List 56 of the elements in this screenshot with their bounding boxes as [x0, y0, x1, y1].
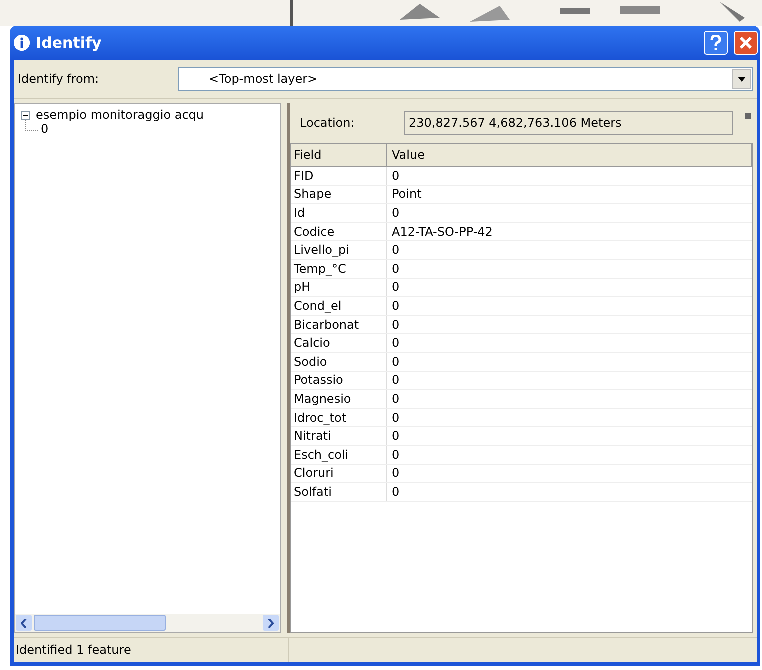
table-cell: Potassio	[291, 372, 387, 390]
table-cell-text: 0	[391, 298, 401, 315]
table-cell: Cond_el	[291, 297, 387, 315]
table-cell: Temp_°C	[291, 260, 387, 278]
layer-dropdown[interactable]: <Top-most layer>	[178, 67, 753, 91]
scroll-left-button[interactable]	[16, 615, 32, 631]
table-cell: pH	[291, 278, 387, 296]
table-cell-text: 0	[391, 316, 401, 334]
table-cell: Magnesio	[291, 390, 387, 408]
collapse-icon[interactable]	[21, 110, 30, 120]
identify-from-label: Identify from:	[18, 72, 100, 86]
scroll-right-button[interactable]	[263, 615, 279, 631]
location-field: 230,827.567 4,682,763.106 Meters	[404, 111, 733, 135]
table-cell: Calcio	[291, 334, 387, 352]
table-cell: Solfati	[291, 483, 387, 501]
table-cell-text: 0	[391, 446, 401, 464]
table-cell: Idroc_tot	[291, 408, 387, 426]
close-button[interactable]	[734, 31, 758, 55]
table-cell-text: 0	[391, 372, 401, 390]
table-cell-text: 0	[391, 484, 401, 501]
tree-item[interactable]: esempio monitoraggio acqu	[36, 108, 204, 122]
table-cell-text: 0	[391, 279, 401, 296]
location-label: Location:	[300, 116, 356, 130]
table-cell: FID	[291, 167, 387, 185]
table-cell-text: 0	[391, 335, 401, 352]
table-cell-text: 0	[391, 168, 401, 185]
table-cell-text: 0	[391, 260, 401, 278]
table-cell-text: 0	[391, 204, 401, 222]
table-cell-text: Point	[391, 186, 423, 204]
table-cell: Cloruri	[291, 464, 387, 482]
scrollbar-thumb[interactable]	[34, 615, 166, 631]
window-title: Identify	[36, 34, 102, 52]
table-cell: Nitrati	[291, 427, 387, 445]
table-cell-text: 0	[391, 390, 401, 408]
table-cell-text: 0	[391, 428, 401, 445]
status-text: Identified 1 feature	[15, 642, 132, 659]
table-cell-text: 0	[391, 410, 401, 426]
table-cell: Livello_pi	[291, 241, 387, 259]
help-button[interactable]	[704, 31, 728, 55]
column-header[interactable]: Value	[387, 144, 752, 166]
table-cell: Sodio	[291, 352, 387, 371]
info-icon	[14, 35, 30, 51]
table-cell-text: A12-TA-SO-PP-42	[391, 224, 494, 240]
table-cell: Shape	[291, 186, 387, 204]
table-cell-text: 0	[391, 465, 401, 482]
table-cell: Id	[291, 204, 387, 222]
horizontal-scrollbar[interactable]	[15, 614, 280, 632]
column-header[interactable]: Field	[291, 144, 387, 166]
table-cell: Codice	[291, 222, 387, 240]
table-cell-text: 0	[391, 354, 401, 371]
table-cell: Esch_coli	[291, 446, 387, 464]
help-icon	[709, 35, 723, 51]
table-cell-text: 0	[391, 242, 401, 259]
tree-item[interactable]: 0	[38, 122, 49, 136]
close-icon	[739, 36, 753, 50]
table-cell: Bicarbonat	[291, 316, 387, 334]
